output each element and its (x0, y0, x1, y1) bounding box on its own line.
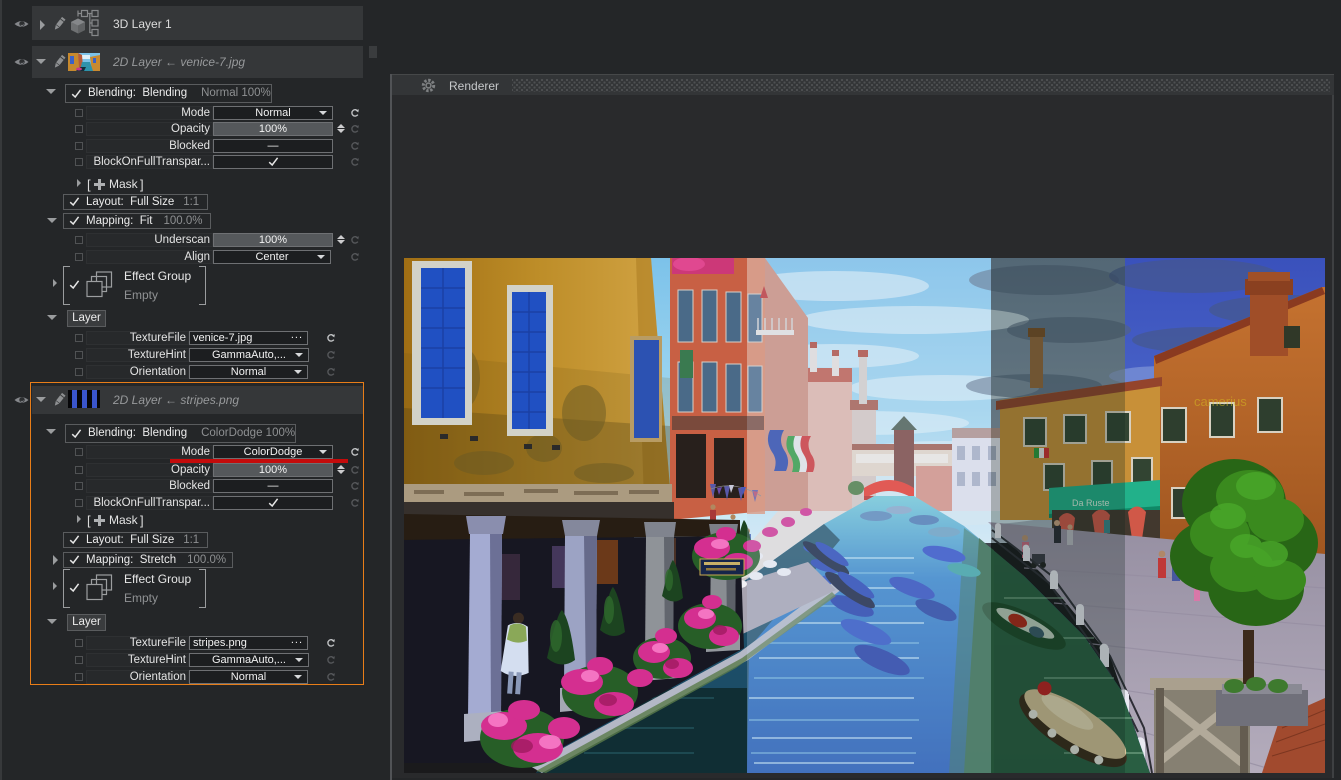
svg-text:camerius: camerius (1194, 394, 1247, 409)
